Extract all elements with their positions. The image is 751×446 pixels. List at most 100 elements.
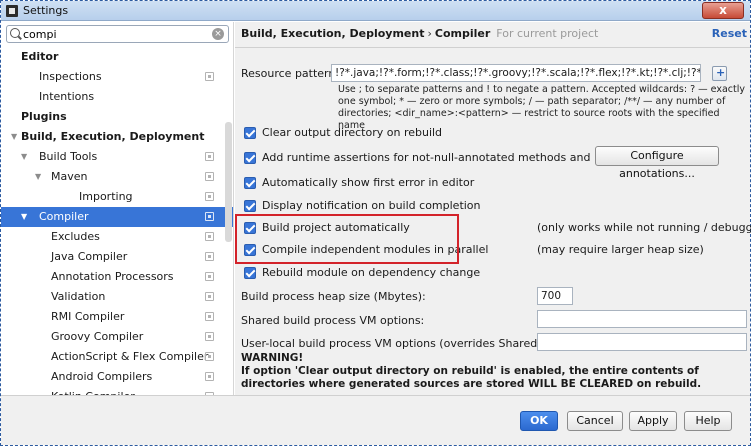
settings-sidebar: × Editor Inspections Intentions Plugins ▼ Bui…	[1, 22, 234, 395]
reset-link[interactable]: Reset	[712, 27, 747, 40]
clear-output-checkbox[interactable]	[244, 127, 256, 139]
dialog-button-bar: OK Cancel Apply Help	[1, 395, 750, 445]
ok-button[interactable]: OK	[520, 411, 558, 431]
tree-item[interactable]: Annotation Processors	[1, 267, 233, 287]
project-scope-icon	[205, 312, 214, 321]
project-scope-icon	[205, 272, 214, 281]
tree-item[interactable]: Kotlin Compiler	[1, 387, 233, 395]
breadcrumb: Build, Execution, Deployment › Compiler For…	[241, 27, 598, 43]
tree-item-label: Android Compilers	[51, 370, 153, 383]
tree-item-label: Editor	[21, 50, 59, 63]
settings-tree: Editor Inspections Intentions Plugins ▼ Build…	[1, 47, 233, 395]
resource-patterns-label: Resource patterns:	[241, 67, 345, 80]
project-scope-icon	[205, 212, 214, 221]
heap-size-label: Build process heap size (Mbytes):	[241, 290, 426, 303]
expand-arrow-icon[interactable]: ▼	[11, 127, 17, 147]
help-button[interactable]: Help	[684, 411, 732, 431]
tree-item-label: Java Compiler	[51, 250, 128, 263]
shared-vm-options-label: Shared build process VM options:	[241, 314, 425, 327]
app-icon	[6, 5, 18, 17]
tree-item[interactable]: Editor	[1, 47, 233, 67]
breadcrumb-build: Build, Execution, Deployment	[241, 27, 425, 40]
clear-output-label: Clear output directory on rebuild	[262, 126, 443, 139]
tree-item-label: ActionScript & Flex Compiler	[51, 350, 209, 363]
tree-item-label: Inspections	[39, 70, 102, 83]
project-scope-icon	[205, 332, 214, 341]
user-vm-options-input[interactable]	[537, 333, 747, 351]
resource-patterns-help: Use ; to separate patterns and ! to nega…	[338, 84, 746, 131]
tree-item[interactable]: Plugins	[1, 107, 233, 127]
highlight-annotation	[235, 214, 459, 264]
show-first-error-label: Automatically show first error in editor	[262, 176, 475, 189]
project-scope-icon	[205, 372, 214, 381]
heap-size-input[interactable]: 700	[537, 287, 573, 305]
build-automatically-note: (only works while not running / debuggin…	[537, 221, 751, 234]
title-bar: Settings x	[1, 1, 750, 21]
project-scope-icon	[205, 172, 214, 181]
tree-item-label: Validation	[51, 290, 106, 303]
sidebar-scrollbar[interactable]	[225, 122, 232, 242]
tree-item[interactable]: Groovy Compiler	[1, 327, 233, 347]
project-scope-hint: For current project	[496, 27, 599, 40]
tree-item-label: Maven	[51, 170, 88, 183]
display-notification-label: Display notification on build completion	[262, 199, 481, 212]
tree-item-label: RMI Compiler	[51, 310, 125, 323]
clear-search-icon[interactable]: ×	[212, 28, 224, 40]
expand-arrow-icon[interactable]: ▼	[21, 207, 27, 227]
search-box[interactable]: ×	[6, 25, 229, 43]
search-icon	[10, 28, 20, 38]
tree-item[interactable]: Android Compilers	[1, 367, 233, 387]
runtime-assertions-checkbox[interactable]	[244, 152, 256, 164]
header-divider	[235, 47, 750, 48]
compile-parallel-note: (may require larger heap size)	[537, 243, 704, 256]
tree-item[interactable]: Inspections	[1, 67, 233, 87]
window-title: Settings	[23, 4, 69, 17]
tree-item[interactable]: RMI Compiler	[1, 307, 233, 327]
project-scope-icon	[205, 72, 214, 81]
tree-item-label: Plugins	[21, 110, 67, 123]
tree-item[interactable]: Importing	[1, 187, 233, 207]
expand-arrow-icon[interactable]: ▼	[35, 167, 41, 187]
tree-item[interactable]: Intentions	[1, 87, 233, 107]
display-notification-checkbox[interactable]	[244, 200, 256, 212]
project-scope-icon	[205, 352, 214, 361]
resource-patterns-input[interactable]: !?*.java;!?*.form;!?*.class;!?*.groovy;!…	[331, 64, 701, 82]
tree-item-label: Annotation Processors	[51, 270, 174, 283]
tree-item[interactable]: Java Compiler	[1, 247, 233, 267]
expand-field-icon[interactable]	[712, 66, 727, 81]
tree-item-label: Kotlin Compiler	[51, 387, 135, 395]
tree-item[interactable]: ▼ Build Tools	[1, 147, 233, 167]
warning-message: WARNING! If option 'Clear output directo…	[241, 352, 746, 391]
tree-item-label: Groovy Compiler	[51, 330, 144, 343]
close-button[interactable]: x	[702, 2, 744, 19]
expand-arrow-icon[interactable]: ▼	[21, 147, 27, 167]
tree-item-label: Importing	[79, 190, 133, 203]
shared-vm-options-input[interactable]	[537, 310, 747, 328]
rebuild-module-label: Rebuild module on dependency change	[262, 266, 481, 279]
compiler-settings-panel: Build, Execution, Deployment › Compiler For…	[235, 22, 751, 395]
rebuild-module-checkbox[interactable]	[244, 267, 256, 279]
tree-item[interactable]: Validation	[1, 287, 233, 307]
breadcrumb-compiler: Compiler	[434, 27, 491, 40]
tree-item[interactable]: Excludes	[1, 227, 233, 247]
breadcrumb-separator: ›	[427, 27, 432, 40]
project-scope-icon	[205, 292, 214, 301]
project-scope-icon	[205, 232, 214, 241]
cancel-button[interactable]: Cancel	[567, 411, 623, 431]
warning-text: If option 'Clear output directory on reb…	[241, 365, 702, 390]
configure-annotations-button[interactable]: Configure annotations...	[595, 146, 719, 180]
tree-item[interactable]: ▼ Maven	[1, 167, 233, 187]
project-scope-icon	[205, 252, 214, 261]
project-scope-icon	[205, 152, 214, 161]
show-first-error-checkbox[interactable]	[244, 177, 256, 189]
tree-item-label: Compiler	[39, 210, 89, 223]
project-scope-icon	[205, 192, 214, 201]
tree-item[interactable]: ActionScript & Flex Compiler	[1, 347, 233, 367]
apply-button[interactable]: Apply	[629, 411, 677, 431]
tree-item[interactable]: ▼ Build, Execution, Deployment	[1, 127, 233, 147]
tree-item-label: Excludes	[51, 230, 100, 243]
tree-item-label: Build Tools	[39, 150, 98, 163]
warning-title: WARNING!	[241, 352, 304, 364]
tree-item[interactable]: ▼ Compiler	[1, 207, 233, 227]
search-input[interactable]	[23, 27, 203, 41]
